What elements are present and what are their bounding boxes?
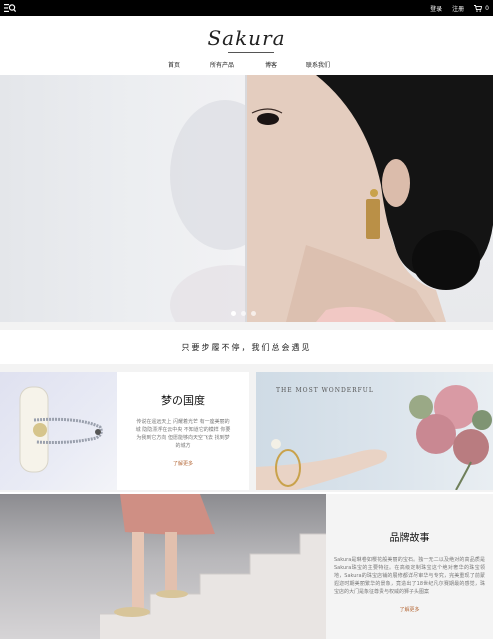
hero-divider: [245, 75, 247, 322]
feature-row-2: 品牌故事 Sakura是琳卷如樱花般美丽的宝石。独一无二以及绝对的高品质是Sak…: [0, 494, 493, 639]
cart-icon: [474, 4, 483, 12]
dream-card: 梦の国度 传说在遥远天上 闪耀着光芒 有一座美丽的城 隐隐漂浮在云中央 不知道它…: [117, 372, 249, 490]
dream-description: 传说在遥远天上 闪耀着光芒 有一座美丽的城 隐隐漂浮在云中央 不知道它的模样 你…: [135, 419, 231, 449]
brand-story-card: 品牌故事 Sakura是琳卷如樱花般美丽的宝石。独一无二以及绝对的高品质是Sak…: [326, 494, 493, 639]
wonderful-caption: THE MOST WONDERFUL: [276, 387, 374, 394]
brand-description: Sakura是琳卷如樱花般美丽的宝石。独一无二以及绝对的高品质是Sakura珠宝…: [334, 557, 485, 595]
cart-button[interactable]: 0: [474, 5, 489, 12]
hero-frosted-panel: [0, 75, 290, 322]
menu-search-icon[interactable]: [4, 3, 16, 13]
main-nav: 首页 所有产品 博客 联系我们: [0, 60, 493, 72]
logo-underline: [228, 52, 274, 53]
nav-all-products[interactable]: 所有产品: [210, 60, 234, 69]
nav-home[interactable]: 首页: [168, 60, 180, 69]
stairs-illustration: [100, 494, 326, 639]
hero-silhouette: [170, 100, 290, 322]
hero-model-image: [246, 75, 493, 322]
stairs-image[interactable]: [0, 494, 326, 639]
slider-dot-2[interactable]: [241, 311, 246, 316]
bracelet-illustration: [19, 386, 103, 473]
dream-title: 梦の国度: [161, 394, 205, 407]
slogan-box: 只要步履不停，我们总会遇见: [0, 330, 493, 364]
login-link[interactable]: 登录: [430, 4, 442, 13]
bracelet-image[interactable]: [0, 372, 117, 490]
feature-row-1: 梦の国度 传说在遥远天上 闪耀着光芒 有一座美丽的城 隐隐漂浮在云中央 不知道它…: [0, 370, 493, 492]
site-header: Sakura 首页 所有产品 博客 联系我们: [0, 16, 493, 74]
cart-count: 0: [485, 4, 489, 12]
account-links: 登录 注册 0: [430, 0, 489, 16]
dream-more-link[interactable]: 了解更多: [173, 460, 193, 467]
hero-slider[interactable]: [0, 75, 493, 322]
site-logo[interactable]: Sakura: [0, 26, 493, 50]
register-link[interactable]: 注册: [452, 4, 464, 13]
slider-dot-1[interactable]: [231, 311, 236, 316]
brand-title: 品牌故事: [389, 533, 430, 544]
top-bar: 登录 注册 0: [0, 0, 493, 16]
slogan-text: 只要步履不停，我们总会遇见: [181, 343, 312, 352]
slider-dot-3[interactable]: [251, 311, 256, 316]
brand-more-link[interactable]: 了解更多: [399, 606, 419, 613]
wonderful-image[interactable]: THE MOST WONDERFUL: [256, 372, 493, 490]
model-portrait: [246, 75, 493, 322]
slider-dots: [231, 311, 256, 316]
nav-blog[interactable]: 博客: [265, 60, 277, 69]
nav-contact[interactable]: 联系我们: [306, 60, 330, 69]
